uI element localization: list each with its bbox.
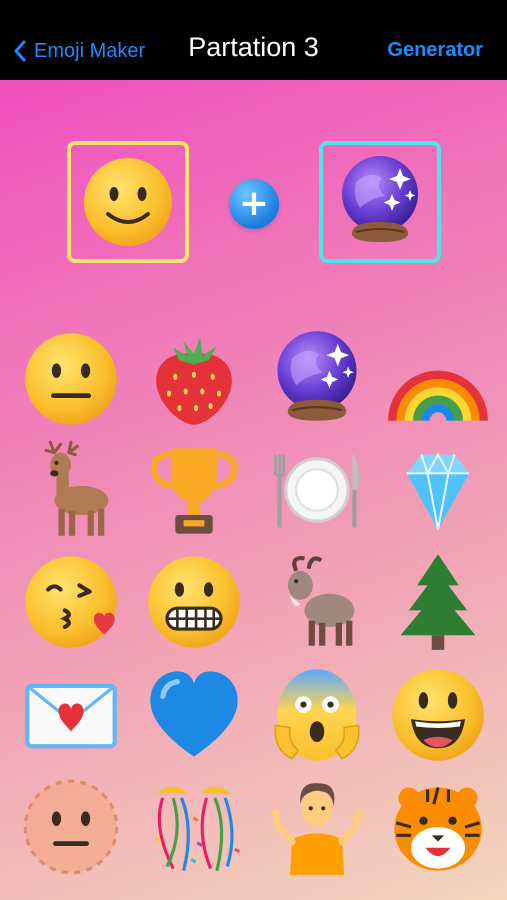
- dotted-line-face-emoji[interactable]: [19, 775, 123, 879]
- back-button[interactable]: Emoji Maker: [12, 36, 145, 66]
- screaming-face-emoji[interactable]: [265, 663, 369, 767]
- confetti-ball-emoji[interactable]: [142, 775, 246, 879]
- trophy-emoji[interactable]: [142, 438, 246, 542]
- deer-emoji[interactable]: [19, 438, 123, 542]
- goat-emoji[interactable]: [265, 550, 369, 654]
- person-shrugging-emoji[interactable]: [265, 775, 369, 879]
- gem-emoji[interactable]: [386, 438, 490, 542]
- tiger-face-emoji[interactable]: [386, 775, 490, 879]
- crystal-ball-emoji[interactable]: [265, 327, 369, 431]
- emoji-grid: [0, 80, 507, 900]
- strawberry-emoji[interactable]: [142, 327, 246, 431]
- blue-heart-emoji[interactable]: [142, 663, 246, 767]
- love-letter-emoji[interactable]: [19, 663, 123, 767]
- grimacing-face-emoji[interactable]: [142, 550, 246, 654]
- fork-knife-plate-emoji[interactable]: [265, 438, 369, 542]
- navigation-bar: Emoji Maker Partation 3 Generator: [0, 0, 507, 80]
- back-button-label: Emoji Maker: [34, 39, 146, 62]
- evergreen-tree-emoji[interactable]: [386, 550, 490, 654]
- kissing-heart-face-emoji[interactable]: [19, 550, 123, 654]
- emoji-maker-canvas: +: [0, 80, 507, 900]
- chevron-left-icon: [14, 40, 26, 62]
- rainbow-emoji[interactable]: [386, 327, 490, 431]
- generator-button[interactable]: Generator: [387, 39, 483, 62]
- grinning-face-emoji[interactable]: [386, 663, 490, 767]
- neutral-face-emoji[interactable]: [19, 327, 123, 431]
